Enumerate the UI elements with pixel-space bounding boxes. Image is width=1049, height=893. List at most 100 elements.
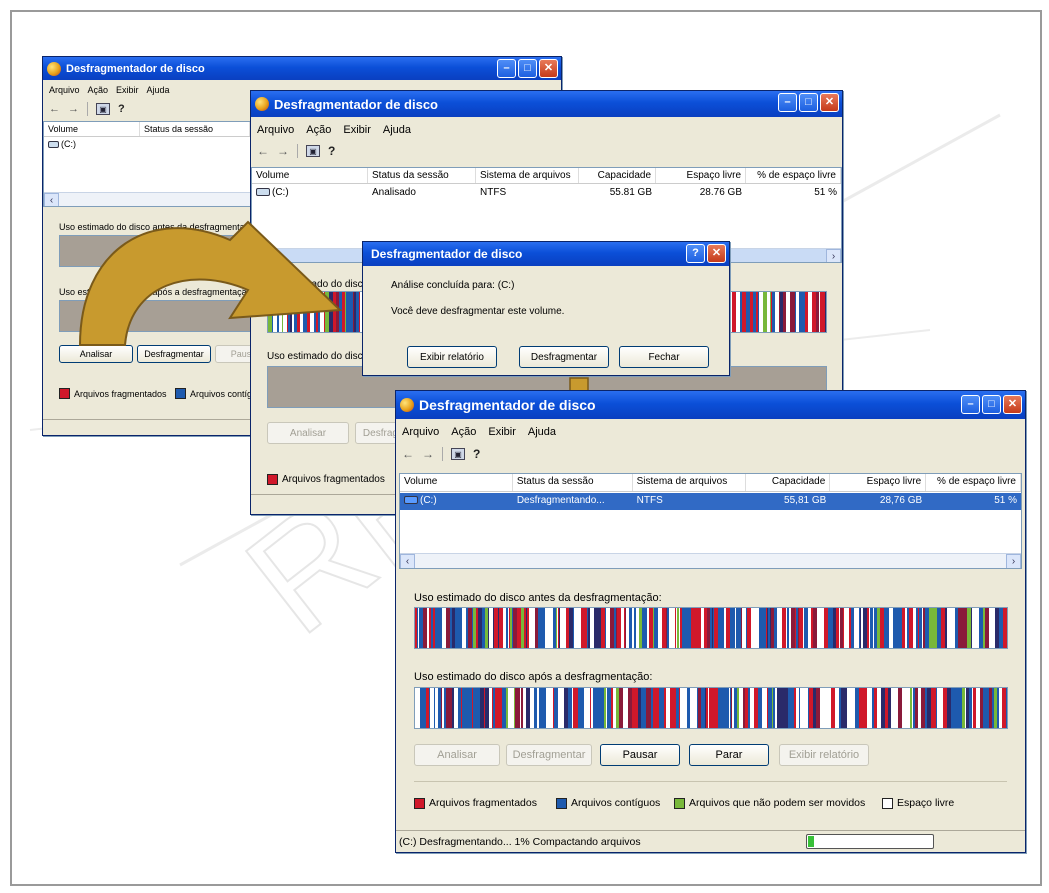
usage-stripe <box>472 608 473 648</box>
analyze-button[interactable]: Analisar <box>59 345 133 363</box>
col-volume[interactable]: Volume <box>44 122 140 136</box>
close-dialog-button[interactable]: Fechar <box>619 346 709 368</box>
forward-arrow-icon[interactable]: → <box>68 103 79 115</box>
scroll-left-icon[interactable]: ‹ <box>400 554 415 568</box>
help-icon[interactable]: ? <box>118 103 125 115</box>
maximize-button[interactable]: □ <box>518 59 537 78</box>
analyze-button[interactable]: Analisar <box>267 422 349 444</box>
col-volume[interactable]: Volume <box>252 168 368 183</box>
dialog-defragment-button[interactable]: Desfragmentar <box>519 346 609 368</box>
legend-fragmented-label: Arquivos fragmentados <box>429 797 537 809</box>
col-capacity[interactable]: Capacidade <box>579 168 656 183</box>
menu-arquivo[interactable]: Arquivo <box>257 124 294 136</box>
minimize-button[interactable]: – <box>961 395 980 414</box>
menu-ajuda[interactable]: Ajuda <box>528 426 556 438</box>
usage-stripe <box>863 608 867 648</box>
col-volume[interactable]: Volume <box>400 474 513 491</box>
col-filesystem[interactable]: Sistema de arquivos <box>633 474 747 491</box>
col-status[interactable]: Status da sessão <box>368 168 476 183</box>
usage-stripe <box>885 688 888 728</box>
scroll-right-icon[interactable]: › <box>1006 554 1021 568</box>
close-button[interactable]: ✕ <box>539 59 558 78</box>
close-button[interactable]: ✕ <box>1003 395 1022 414</box>
dialog-close-button[interactable]: ✕ <box>707 244 726 263</box>
window-front-titlebar[interactable]: Desfragmentador de disco – □ ✕ <box>396 391 1025 419</box>
col-free-percent[interactable]: % de espaço livre <box>926 474 1021 491</box>
usage-stripe <box>616 688 619 728</box>
usage-stripe <box>339 292 341 332</box>
volume-list[interactable]: Volume Status da sessão Sistema de arqui… <box>399 473 1022 569</box>
usage-stripe <box>521 608 524 648</box>
pause-button[interactable]: Pausar <box>600 744 680 766</box>
menu-exibir[interactable]: Exibir <box>343 124 371 136</box>
menu-ajuda[interactable]: Ajuda <box>383 124 411 136</box>
analyze-button[interactable]: Analisar <box>414 744 500 766</box>
menu-acao[interactable]: Ação <box>306 124 331 136</box>
col-status[interactable]: Status da sessão <box>513 474 633 491</box>
usage-stripe <box>838 688 839 728</box>
usage-stripe <box>556 608 557 648</box>
menu-exibir[interactable]: Exibir <box>116 85 139 95</box>
back-arrow-icon[interactable]: ← <box>49 103 60 115</box>
properties-icon[interactable]: ▣ <box>451 448 465 460</box>
defragment-button[interactable]: Desfragmentar <box>137 345 211 363</box>
col-capacity[interactable]: Capacidade <box>746 474 831 491</box>
free-space-swatch <box>882 797 893 809</box>
col-status[interactable]: Status da sessão <box>140 122 250 136</box>
maximize-button[interactable]: □ <box>982 395 1001 414</box>
defragment-button[interactable]: Desfragmentar <box>506 744 592 766</box>
usage-stripe <box>698 688 701 728</box>
volume-row[interactable]: (C:) Desfragmentando... NTFS 55,81 GB 28… <box>400 493 1021 510</box>
menu-exibir[interactable]: Exibir <box>488 426 516 438</box>
col-free-space[interactable]: Espaço livre <box>830 474 927 491</box>
usage-stripe <box>840 608 843 648</box>
dialog-titlebar[interactable]: Desfragmentador de disco ? ✕ <box>363 242 729 266</box>
help-icon[interactable]: ? <box>328 144 335 158</box>
usage-stripe <box>989 688 992 728</box>
col-filesystem[interactable]: Sistema de arquivos <box>476 168 579 183</box>
minimize-button[interactable]: – <box>778 93 797 112</box>
scroll-right-icon[interactable]: › <box>826 249 841 262</box>
minimize-button[interactable]: – <box>497 59 516 78</box>
usage-stripe <box>513 608 517 648</box>
usage-stripe <box>291 292 292 332</box>
properties-icon[interactable]: ▣ <box>96 103 110 115</box>
window-back-titlebar[interactable]: Desfragmentador de disco – □ ✕ <box>43 57 561 80</box>
usage-stripe <box>767 688 768 728</box>
horizontal-scrollbar[interactable]: ‹ › <box>400 553 1021 568</box>
legend-unmovable-label: Arquivos que não podem ser movidos <box>689 797 866 809</box>
stop-button[interactable]: Parar <box>689 744 769 766</box>
usage-stripe <box>894 688 898 728</box>
usage-stripe <box>583 688 584 728</box>
usage-stripe <box>879 688 881 728</box>
volume-row[interactable]: (C:) Analisado NTFS 55.81 GB 28.76 GB 51… <box>252 185 841 200</box>
maximize-button[interactable]: □ <box>799 93 818 112</box>
scroll-left-icon[interactable]: ‹ <box>44 193 59 206</box>
menu-arquivo[interactable]: Arquivo <box>49 85 80 95</box>
usage-stripe <box>598 608 601 648</box>
usage-stripe <box>429 688 430 728</box>
usage-stripe <box>629 608 632 648</box>
view-report-button[interactable]: Exibir relatório <box>779 744 869 766</box>
col-free-space[interactable]: Espaço livre <box>656 168 746 183</box>
menu-arquivo[interactable]: Arquivo <box>402 426 439 438</box>
forward-arrow-icon[interactable]: → <box>422 447 434 461</box>
close-button[interactable]: ✕ <box>820 93 839 112</box>
help-icon[interactable]: ? <box>473 447 480 461</box>
usage-stripe <box>478 608 482 648</box>
usage-stripe <box>493 688 495 728</box>
view-report-button[interactable]: Exibir relatório <box>407 346 497 368</box>
usage-stripe <box>741 608 742 648</box>
usage-stripe <box>646 688 648 728</box>
menu-acao[interactable]: Ação <box>451 426 476 438</box>
menu-acao[interactable]: Ação <box>88 85 109 95</box>
menu-ajuda[interactable]: Ajuda <box>147 85 170 95</box>
forward-arrow-icon[interactable]: → <box>277 144 289 158</box>
usage-stripe <box>346 292 350 332</box>
back-arrow-icon[interactable]: ← <box>402 447 414 461</box>
back-arrow-icon[interactable]: ← <box>257 144 269 158</box>
col-free-percent[interactable]: % de espaço livre <box>746 168 841 183</box>
window-middle-titlebar[interactable]: Desfragmentador de disco – □ ✕ <box>251 91 842 117</box>
properties-icon[interactable]: ▣ <box>306 145 320 157</box>
help-button[interactable]: ? <box>686 244 705 263</box>
